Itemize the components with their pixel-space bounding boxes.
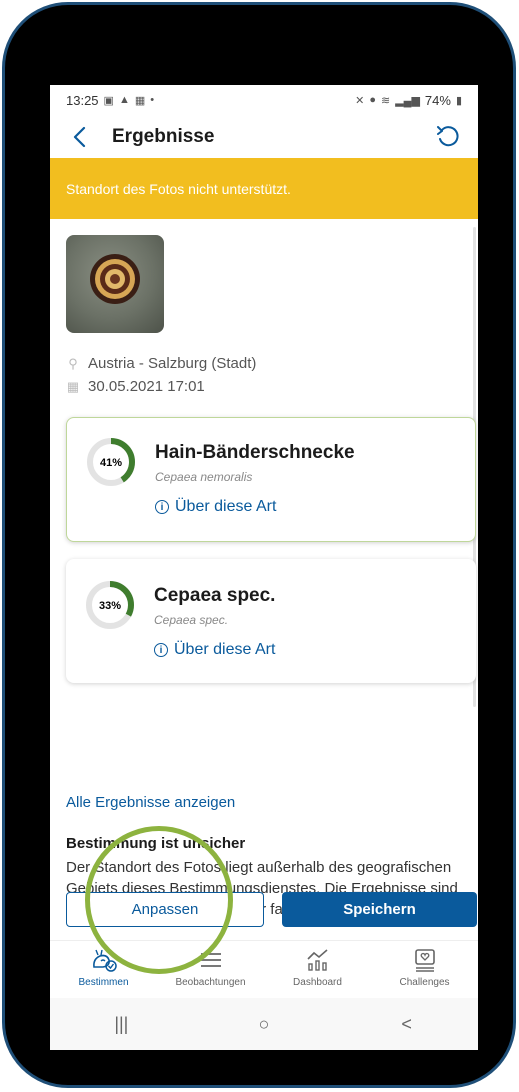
banner-text: Standort des Fotos nicht unterstützt.	[66, 180, 291, 197]
snail-icon	[92, 949, 117, 972]
system-back-button[interactable]: <	[377, 1009, 437, 1039]
nav-label: Challenges	[399, 977, 450, 988]
observation-photo[interactable]	[66, 235, 164, 333]
photo-notification-icon: ▲	[118, 94, 130, 106]
nav-item-beobachtungen[interactable]: Beobachtungen	[157, 941, 264, 998]
chart-icon	[306, 949, 328, 971]
image-notification-icon: ▦	[134, 94, 146, 107]
battery-level: 74%	[424, 92, 451, 108]
recent-apps-button[interactable]: |||	[91, 1009, 151, 1039]
dot-icon: •	[150, 94, 155, 106]
about-species-link[interactable]: i Über diese Art	[154, 641, 275, 659]
app-bar: Ergebnisse	[50, 115, 478, 158]
back-button[interactable]	[64, 122, 94, 152]
bottom-navigation: Bestimmen Beobachtungen Dashboard Challe…	[50, 940, 478, 998]
app-screen: 13:25 ▣ ▲ ▦ • ✕ ● ≋ ▂▄▆ 74% ▮ Ergebnisse…	[50, 85, 478, 1050]
nav-label: Dashboard	[293, 977, 342, 988]
species-name: Cepaea spec.	[154, 585, 276, 606]
species-latin: Cepaea nemoralis	[155, 470, 253, 484]
location-icon: ●	[369, 94, 376, 106]
system-navigation-bar: ||| ○ <	[50, 998, 478, 1050]
result-card[interactable]: 41% Hain-Bänderschnecke Cepaea nemoralis…	[66, 417, 476, 542]
species-latin: Cepaea spec.	[154, 613, 229, 627]
signal-icon: ▂▄▆	[395, 94, 420, 107]
wifi-icon: ≋	[380, 94, 391, 107]
mute-icon: ✕	[355, 94, 365, 107]
status-time: 13:25	[66, 92, 99, 108]
about-label: Über diese Art	[175, 498, 277, 515]
chevron-left-icon	[73, 126, 86, 147]
status-bar: 13:25 ▣ ▲ ▦ • ✕ ● ≋ ▂▄▆ 74% ▮	[50, 85, 478, 115]
confidence-label: 33%	[99, 600, 121, 612]
location-warning-banner: Standort des Fotos nicht unterstützt.	[50, 158, 478, 219]
battery-icon: ▮	[455, 94, 462, 107]
phone-frame: 13:25 ▣ ▲ ▦ • ✕ ● ≋ ▂▄▆ 74% ▮ Ergebnisse…	[2, 2, 516, 1088]
adjust-button[interactable]: Anpassen	[66, 892, 264, 927]
nav-label: Beobachtungen	[175, 977, 246, 988]
confidence-label: 41%	[100, 457, 122, 469]
confidence-donut: 41%	[87, 438, 135, 486]
undo-icon	[437, 125, 459, 146]
nav-item-challenges[interactable]: Challenges	[371, 941, 478, 998]
warning-title: Bestimmung ist unsicher	[66, 835, 246, 852]
species-name: Hain-Bänderschnecke	[155, 442, 355, 463]
redo-button[interactable]	[432, 121, 464, 153]
result-card[interactable]: 33% Cepaea spec. Cepaea spec. i Über die…	[66, 559, 476, 683]
about-label: Über diese Art	[174, 641, 276, 658]
list-icon	[200, 953, 221, 967]
date-text: 30.05.2021 17:01	[88, 378, 205, 395]
home-button[interactable]: ○	[234, 1009, 294, 1039]
location-pin-icon: ⚲	[68, 355, 78, 371]
snail-photo	[90, 254, 140, 304]
location-text: Austria - Salzburg (Stadt)	[88, 355, 257, 372]
nav-item-dashboard[interactable]: Dashboard	[264, 941, 371, 998]
confidence-donut: 33%	[86, 581, 134, 629]
save-button[interactable]: Speichern	[282, 892, 477, 927]
photo-location: ⚲ Austria - Salzburg (Stadt)	[66, 355, 256, 372]
nav-label: Bestimmen	[78, 977, 129, 988]
nav-item-bestimmen[interactable]: Bestimmen	[50, 941, 157, 998]
challenge-icon	[414, 949, 435, 972]
gallery-notification-icon: ▣	[103, 94, 114, 107]
page-title: Ergebnisse	[112, 125, 215, 147]
info-icon: i	[154, 643, 168, 657]
about-species-link[interactable]: i Über diese Art	[155, 498, 276, 516]
info-icon: i	[155, 500, 169, 514]
photo-date: ▦ 30.05.2021 17:01	[66, 378, 205, 395]
show-all-results-link[interactable]: Alle Ergebnisse anzeigen	[66, 794, 235, 811]
results-content: ⚲ Austria - Salzburg (Stadt) ▦ 30.05.202…	[50, 219, 478, 923]
calendar-icon: ▦	[66, 378, 80, 394]
